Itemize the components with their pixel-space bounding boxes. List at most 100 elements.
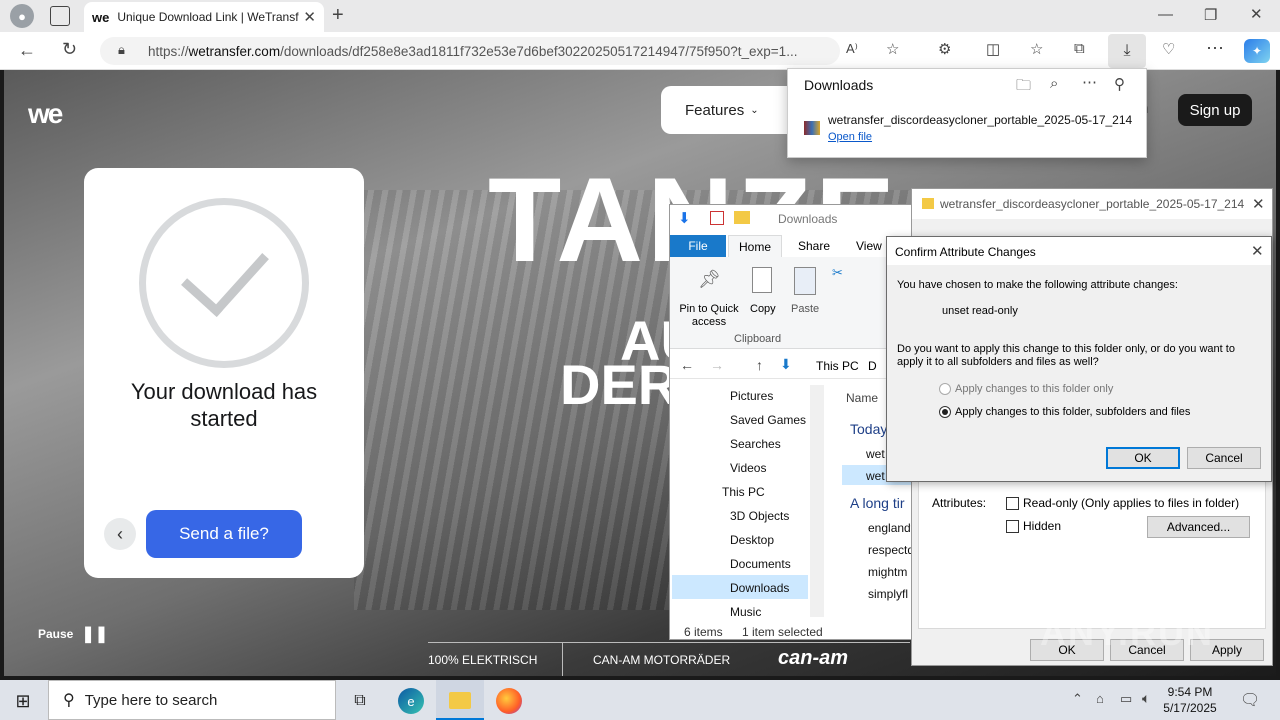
nav-3d-objects[interactable]: 3D Objects bbox=[730, 509, 789, 523]
folder-only-radio[interactable]: Apply changes to this folder only bbox=[939, 383, 1113, 396]
nav-pictures[interactable]: Pictures bbox=[730, 389, 773, 403]
file-row[interactable]: simplyfl bbox=[868, 587, 908, 601]
file-row[interactable]: mightm bbox=[868, 565, 907, 579]
browser-essentials-icon[interactable]: ♡ bbox=[1162, 40, 1175, 58]
file-row[interactable]: englandt bbox=[868, 521, 914, 535]
file-row[interactable]: wet bbox=[866, 447, 885, 461]
subfolders-radio[interactable]: Apply changes to this folder, subfolders… bbox=[939, 406, 1191, 419]
extensions-icon[interactable]: ⚙ bbox=[938, 40, 951, 58]
restore-icon[interactable]: ❐ bbox=[1204, 6, 1217, 24]
column-name-header[interactable]: Name bbox=[846, 391, 878, 405]
notifications-icon[interactable]: 🗨︎ bbox=[1240, 690, 1260, 710]
open-file-link[interactable]: Open file bbox=[828, 131, 872, 143]
chevron-down-icon: ⌄ bbox=[750, 104, 759, 116]
folder-icon bbox=[922, 198, 934, 209]
minimize-icon[interactable]: — bbox=[1158, 6, 1173, 23]
ribbon-tab-view[interactable]: View bbox=[856, 239, 882, 253]
split-screen-icon[interactable]: ◫ bbox=[986, 40, 1000, 58]
new-tab-icon[interactable]: + bbox=[332, 4, 344, 27]
downloads-icon[interactable]: ⤓ bbox=[1108, 34, 1146, 68]
back-button[interactable]: ‹ bbox=[104, 518, 136, 550]
nav-this-pc[interactable]: This PC bbox=[722, 485, 765, 499]
ribbon-tab-share[interactable]: Share bbox=[798, 239, 830, 253]
nav-music[interactable]: Music bbox=[730, 605, 761, 619]
open-folder-icon[interactable]: 🗀 bbox=[1016, 75, 1031, 100]
group-long-time-ago[interactable]: A long tir bbox=[850, 495, 904, 511]
show-hidden-icons-icon[interactable]: ⌃ bbox=[1072, 691, 1083, 707]
dialog-ok-button[interactable]: OK bbox=[1106, 447, 1180, 469]
browser-tab[interactable]: we Unique Download Link | WeTransfer ✕ bbox=[84, 2, 324, 32]
downloads-title: Downloads bbox=[804, 77, 874, 93]
task-view-icon[interactable]: ⧉ bbox=[348, 690, 372, 712]
ribbon-tab-home[interactable]: Home bbox=[728, 235, 782, 257]
dialog-close-icon[interactable]: ✕ bbox=[1251, 242, 1264, 260]
hidden-label: Hidden bbox=[1023, 519, 1062, 533]
dialog-cancel-button[interactable]: Cancel bbox=[1187, 447, 1261, 469]
nav-scrollbar[interactable] bbox=[810, 385, 824, 617]
nav-up-icon[interactable]: ↑ bbox=[756, 357, 763, 373]
pin-quick-access-button[interactable]: Pin to Quick access bbox=[676, 303, 742, 329]
network-icon[interactable]: ⌂ bbox=[1096, 691, 1104, 706]
features-menu[interactable]: Features ⌄ bbox=[661, 86, 801, 134]
nav-searches[interactable]: Searches bbox=[730, 437, 781, 451]
close-tab-icon[interactable]: ✕ bbox=[303, 8, 316, 26]
read-aloud-icon[interactable]: A⁾ bbox=[846, 41, 858, 57]
folder-icon[interactable] bbox=[734, 211, 750, 224]
nav-documents[interactable]: Documents bbox=[730, 557, 791, 571]
path-downloads[interactable]: D bbox=[868, 359, 877, 373]
file-row[interactable]: wet bbox=[866, 469, 885, 483]
collections-icon[interactable]: ⧉ bbox=[1074, 40, 1085, 57]
wetransfer-logo[interactable]: we bbox=[28, 98, 63, 130]
readonly-checkbox[interactable]: Read-only (Only applies to files in fold… bbox=[1006, 496, 1239, 511]
copilot-icon[interactable]: ✦ bbox=[1244, 39, 1270, 63]
refresh-icon[interactable]: ↻ bbox=[62, 39, 77, 60]
download-status-title: Your download has started bbox=[130, 379, 318, 431]
nav-desktop[interactable]: Desktop bbox=[730, 533, 774, 547]
ribbon-tab-file[interactable]: File bbox=[670, 235, 726, 257]
wifi-icon[interactable]: ▭ bbox=[1120, 691, 1132, 707]
window-close-icon[interactable]: ✕ bbox=[1250, 5, 1263, 23]
tab-actions-icon[interactable] bbox=[50, 6, 70, 26]
send-file-button[interactable]: Send a file? bbox=[146, 510, 302, 558]
more-options-icon[interactable]: ⋯ bbox=[1206, 38, 1224, 59]
taskbar-search-box[interactable]: ⚲ Type here to search bbox=[48, 680, 336, 720]
paste-button[interactable]: Paste bbox=[791, 303, 819, 315]
more-icon[interactable]: ⋯ bbox=[1082, 73, 1097, 91]
add-favorite-icon[interactable]: ☆ bbox=[886, 40, 899, 58]
downloads-flyout: Downloads 🗀 ⌕ ⋯ ⚲ wetransfer_discordeasy… bbox=[787, 68, 1147, 158]
cut-icon[interactable]: ✂ bbox=[832, 265, 843, 281]
url-bar[interactable]: 🔒︎ https://wetransfer.com/downloads/df25… bbox=[100, 37, 840, 65]
file-row[interactable]: respectd bbox=[868, 543, 914, 557]
nav-videos[interactable]: Videos bbox=[730, 461, 766, 475]
properties-close-icon[interactable]: ✕ bbox=[1252, 195, 1265, 213]
advanced-button[interactable]: Advanced... bbox=[1147, 516, 1250, 538]
nav-saved-games[interactable]: Saved Games bbox=[730, 413, 806, 427]
pin-icon[interactable]: ⚲ bbox=[1114, 75, 1125, 93]
start-windows-icon[interactable]: ⊞ bbox=[12, 690, 34, 712]
system-clock[interactable]: 9:54 PM 5/17/2025 bbox=[1160, 684, 1220, 716]
nav-downloads[interactable]: Downloads bbox=[730, 581, 789, 595]
ad-item-motorcycles: CAN-AM MOTORRÄDER bbox=[593, 653, 731, 667]
favorites-icon[interactable]: ☆ bbox=[1030, 40, 1043, 58]
nav-back-icon[interactable]: ← bbox=[680, 357, 694, 373]
url-domain: wetransfer.com bbox=[188, 43, 281, 59]
properties-icon[interactable] bbox=[710, 211, 724, 225]
nav-forward-icon[interactable]: → bbox=[710, 357, 724, 373]
search-icon[interactable]: ⌕ bbox=[1050, 75, 1058, 92]
subfolders-label: Apply changes to this folder, subfolders… bbox=[955, 406, 1191, 418]
profile-avatar-icon[interactable]: ● bbox=[10, 4, 34, 28]
signup-button[interactable]: Sign up bbox=[1178, 94, 1252, 126]
group-today[interactable]: Today bbox=[850, 421, 887, 437]
downloaded-filename[interactable]: wetransfer_discordeasycloner_portable_20… bbox=[828, 113, 1132, 127]
edge-icon[interactable]: e bbox=[398, 688, 424, 714]
ad-item-electric: 100% ELEKTRISCH bbox=[428, 653, 538, 667]
copy-button[interactable]: Copy bbox=[750, 303, 776, 315]
search-placeholder: Type here to search bbox=[84, 691, 218, 709]
pause-background-button[interactable]: Pause ❚❚ bbox=[38, 624, 108, 644]
firefox-icon[interactable] bbox=[496, 688, 522, 714]
hidden-checkbox[interactable]: Hidden bbox=[1006, 519, 1062, 534]
path-this-pc[interactable]: This PC bbox=[816, 359, 859, 373]
volume-icon[interactable]: 🔈︎ bbox=[1142, 690, 1150, 707]
ad-banner-bar[interactable]: 100% ELEKTRISCH CAN-AM MOTORRÄDER can-am bbox=[428, 642, 910, 676]
back-icon[interactable]: ← bbox=[18, 40, 36, 61]
